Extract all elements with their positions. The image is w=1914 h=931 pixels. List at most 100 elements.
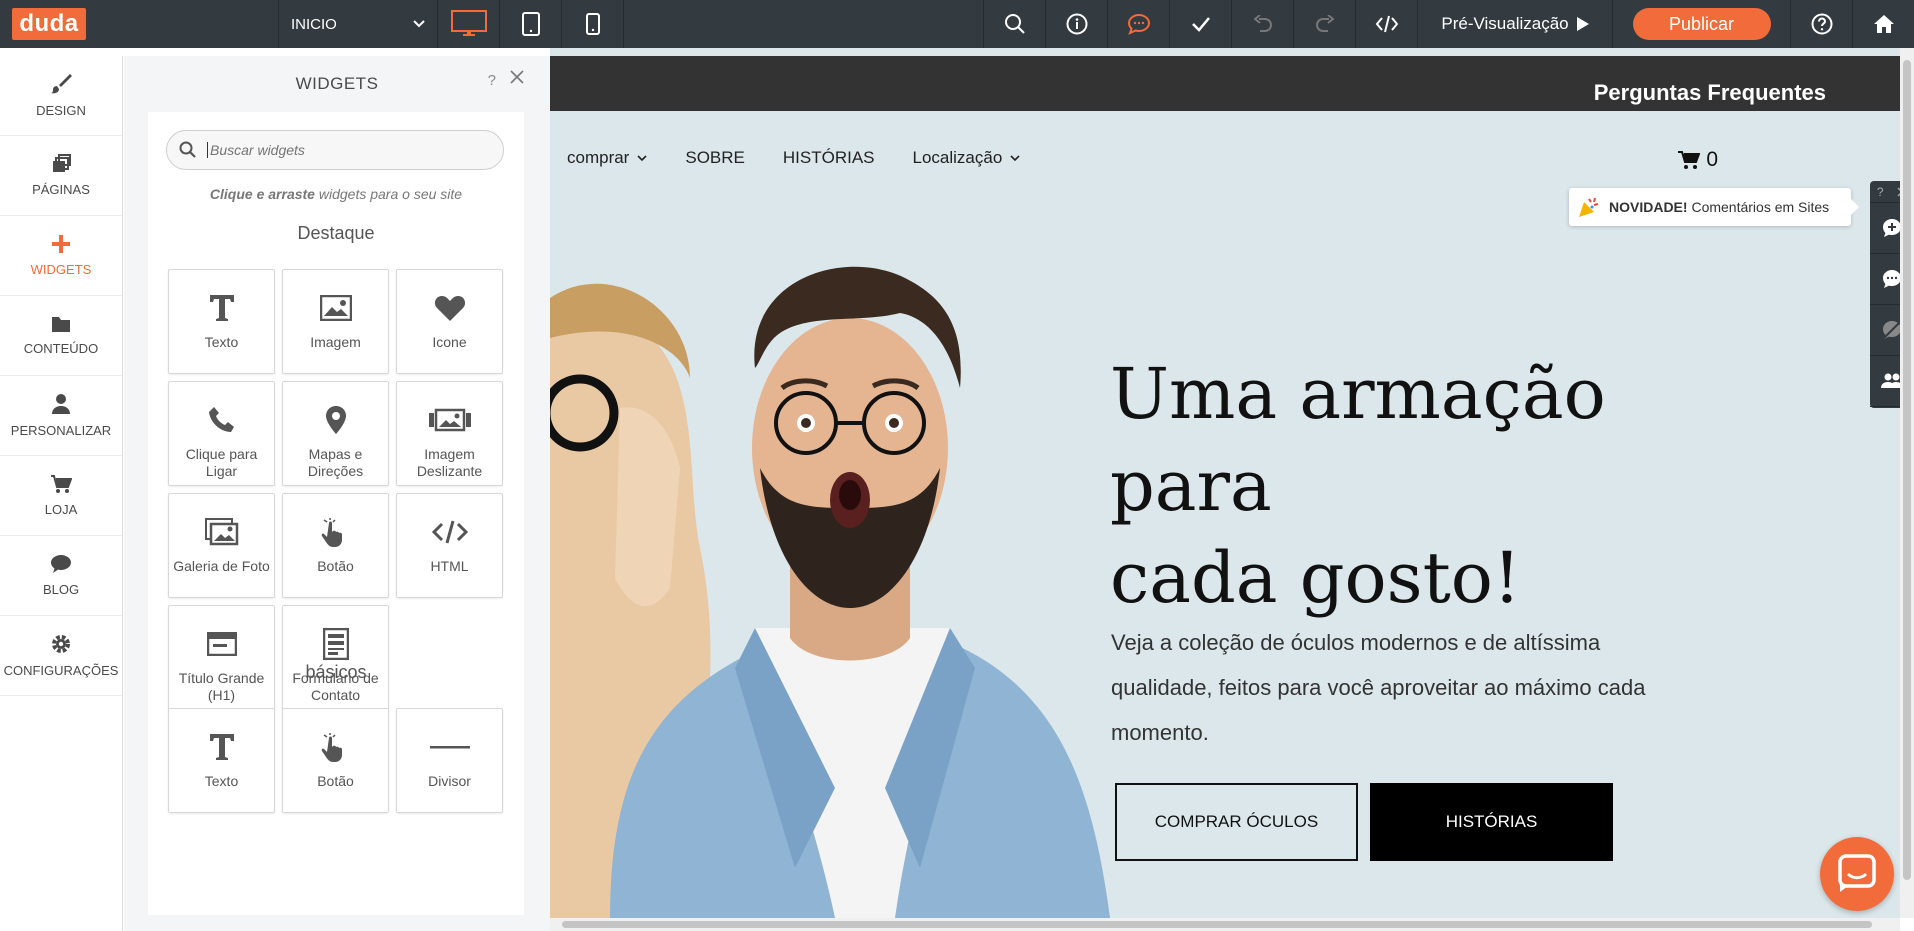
widget-button[interactable]: Botão — [282, 493, 389, 598]
nav-widgets[interactable]: WIDGETS — [0, 216, 134, 296]
site-cart[interactable]: 0 — [1678, 148, 1718, 172]
comments-button[interactable] — [1107, 0, 1169, 48]
horizontal-scroll-thumb[interactable] — [562, 921, 1872, 928]
mobile-icon — [585, 13, 600, 35]
vertical-scroll-thumb[interactable] — [1903, 60, 1911, 880]
nav-content-label: CONTEÚDO — [23, 341, 99, 356]
top-toolbar: duda INICIO Pré-Visualização Publicar — [0, 0, 1914, 48]
drag-hint: Clique e arraste widgets para o seu site — [148, 186, 524, 202]
headline-line-1: Uma armação — [1110, 353, 1606, 435]
publish-button[interactable]: Publicar — [1632, 8, 1771, 40]
widget-divider[interactable]: Divisor — [396, 708, 503, 813]
nav-personalize[interactable]: PERSONALIZAR — [0, 376, 122, 456]
text-icon — [209, 734, 234, 760]
check-icon — [1191, 17, 1210, 32]
stories-button[interactable]: HISTÓRIAS — [1370, 783, 1613, 861]
nav-store-label: LOJA — [44, 502, 78, 517]
gallery-icon — [204, 518, 238, 546]
widget-icon[interactable]: Icone — [396, 269, 503, 374]
desktop-view-button[interactable] — [438, 0, 500, 48]
code-button[interactable] — [1355, 0, 1417, 48]
redo-button[interactable] — [1293, 0, 1355, 48]
comment-icon — [1883, 270, 1901, 288]
help-button[interactable] — [1790, 0, 1852, 48]
mobile-view-button[interactable] — [562, 0, 624, 48]
featured-widgets-grid: Texto Imagem Icone Clique para Ligar Map… — [168, 269, 505, 710]
nav-content[interactable]: CONTEÚDO — [0, 296, 122, 376]
preview-button[interactable]: Pré-Visualização — [1417, 0, 1612, 48]
chevron-down-icon — [637, 154, 647, 161]
panel-help-button[interactable]: ? — [488, 72, 496, 89]
widget-h1-title[interactable]: Título Grande (H1) — [168, 605, 275, 710]
chevron-down-icon — [413, 20, 425, 28]
widget-text[interactable]: Texto — [168, 269, 275, 374]
site-nav-sobre[interactable]: SOBRE — [685, 148, 745, 168]
logo-text: duda — [12, 8, 86, 40]
title-icon — [206, 632, 237, 656]
nav-store[interactable]: LOJA — [0, 456, 122, 536]
pointer-icon — [321, 733, 342, 762]
undo-button[interactable] — [1231, 0, 1293, 48]
nav-personalize-label: PERSONALIZAR — [10, 423, 112, 438]
widget-button-label: Botão — [317, 558, 354, 574]
faq-link[interactable]: Perguntas Frequentes — [1594, 80, 1826, 106]
vertical-scrollbar[interactable] — [1900, 48, 1914, 918]
search-button[interactable] — [983, 0, 1045, 48]
widget-image-slider[interactable]: Imagem Deslizante — [396, 381, 503, 486]
save-button[interactable] — [1169, 0, 1231, 48]
heart-icon — [434, 296, 465, 321]
widget-image[interactable]: Imagem — [282, 269, 389, 374]
widget-text-label: Texto — [204, 334, 239, 350]
form-icon — [322, 628, 349, 660]
site-navigation: comprar SOBRE HISTÓRIAS Localização — [567, 148, 1020, 168]
support-chat-button[interactable] — [1820, 837, 1894, 911]
hero-image — [550, 266, 1110, 918]
widget-maps[interactable]: Mapas e Direções — [282, 381, 389, 486]
widget-contact-form[interactable]: Formulário de Contato — [282, 605, 389, 710]
shop-glasses-button[interactable]: COMPRAR ÓCULOS — [1115, 783, 1358, 861]
page-select[interactable]: INICIO — [278, 0, 438, 48]
section-basics-title: básicos — [305, 662, 367, 682]
info-button[interactable] — [1045, 0, 1107, 48]
nav-blog[interactable]: BLOG — [0, 536, 122, 616]
pages-icon — [53, 154, 71, 172]
redo-icon — [1315, 15, 1335, 32]
logo[interactable]: duda — [0, 0, 98, 48]
site-nav-localizacao-label: Localização — [912, 148, 1003, 167]
basic-widgets-grid: Texto Botão Divisor — [168, 708, 505, 813]
horizontal-scrollbar[interactable] — [550, 918, 1900, 931]
nav-pages[interactable]: PÁGINAS — [0, 136, 122, 216]
widgets-list: Clique e arraste widgets para o seu site… — [148, 112, 524, 915]
widget-search-input[interactable] — [207, 142, 497, 158]
site-nav-localizacao[interactable]: Localização — [913, 148, 1021, 168]
tablet-view-button[interactable] — [500, 0, 562, 48]
nav-design[interactable]: DESIGN — [0, 56, 122, 136]
widget-divider-label: Divisor — [428, 773, 471, 789]
comment-tools-help[interactable]: ? — [1877, 185, 1884, 199]
widget-text-basic-label: Texto — [204, 773, 239, 789]
widget-html[interactable]: HTML — [396, 493, 503, 598]
widget-button-basic[interactable]: Botão — [282, 708, 389, 813]
widget-text-basic[interactable]: Texto — [168, 708, 275, 813]
slider-icon — [428, 408, 471, 432]
new-feature-text: Comentários em Sites — [1691, 199, 1830, 215]
party-popper-icon — [1579, 197, 1599, 217]
desktop-icon — [450, 10, 487, 36]
home-button[interactable] — [1852, 0, 1914, 48]
site-nav-comprar[interactable]: comprar — [567, 148, 647, 168]
nav-settings[interactable]: CONFIGURAÇÕES — [0, 616, 122, 696]
new-feature-tooltip[interactable]: NOVIDADE! Comentários em Sites — [1569, 188, 1859, 226]
undo-icon — [1252, 15, 1272, 32]
chat-icon — [1838, 854, 1876, 892]
nav-pages-label: PÁGINAS — [32, 182, 90, 197]
play-icon — [1576, 17, 1589, 31]
site-canvas[interactable]: Perguntas Frequentes comprar SOBRE HISTÓ… — [550, 48, 1900, 918]
drag-hint-rest: widgets para o seu site — [314, 186, 463, 202]
site-nav-historias[interactable]: HISTÓRIAS — [783, 148, 875, 168]
plus-icon — [52, 235, 70, 253]
widget-photo-gallery[interactable]: Galeria de Foto — [168, 493, 275, 598]
panel-close-button[interactable] — [510, 70, 524, 89]
phone-icon — [208, 407, 234, 432]
widget-click-to-call[interactable]: Clique para Ligar — [168, 381, 275, 486]
publish-area: Publicar — [1612, 0, 1790, 48]
